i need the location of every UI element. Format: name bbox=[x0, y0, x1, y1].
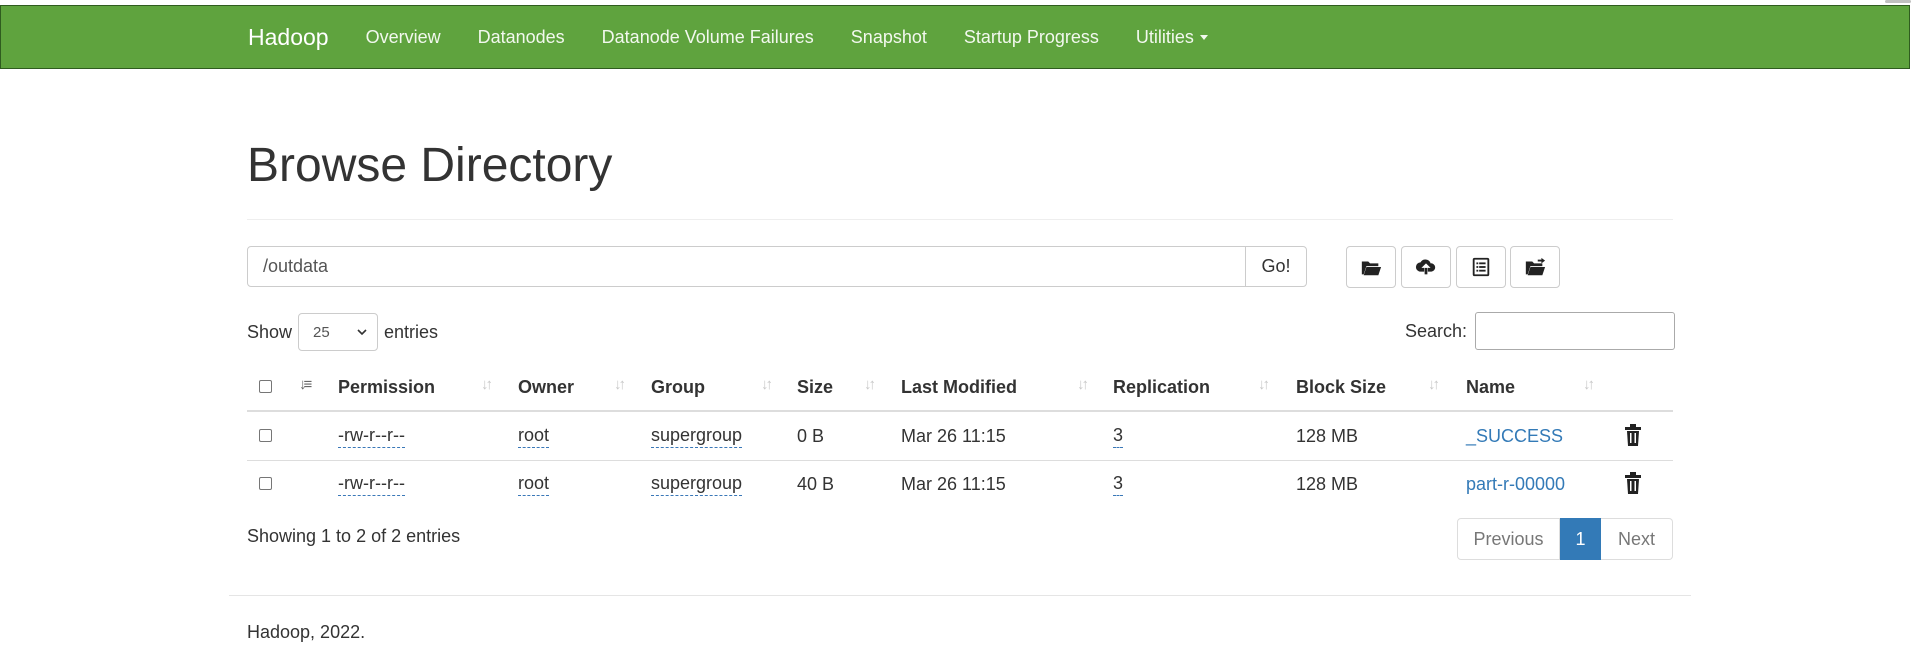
group-cell[interactable]: supergroup bbox=[651, 471, 743, 497]
sort-icon[interactable]: ↓↑ bbox=[614, 376, 626, 393]
column-header-permission[interactable]: Permission bbox=[338, 372, 435, 402]
group-value: supergroup bbox=[651, 425, 743, 448]
column-header-group[interactable]: Group bbox=[651, 372, 705, 402]
sort-icon[interactable]: ↓↑ bbox=[481, 376, 493, 393]
column-header-block-size[interactable]: Block Size bbox=[1296, 372, 1386, 402]
row-divider bbox=[247, 460, 1673, 461]
trash-icon[interactable] bbox=[1624, 424, 1642, 446]
folder-move-icon bbox=[1525, 257, 1546, 276]
entries-label: entries bbox=[384, 321, 439, 342]
sort-icon[interactable]: ↓↑ bbox=[1583, 376, 1595, 393]
nav-startup-progress[interactable]: Startup Progress bbox=[964, 27, 1099, 48]
nav-snapshot[interactable]: Snapshot bbox=[851, 27, 927, 48]
block-size-cell: 128 MB bbox=[1296, 425, 1359, 446]
list-icon bbox=[1472, 257, 1490, 277]
row-checkbox[interactable] bbox=[259, 429, 272, 442]
sort-icon[interactable]: ↓↑ bbox=[1428, 376, 1440, 393]
block-size-cell: 128 MB bbox=[1296, 473, 1359, 494]
table-info: Showing 1 to 2 of 2 entries bbox=[247, 526, 461, 546]
last-modified-cell: Mar 26 11:15 bbox=[901, 473, 1006, 494]
column-header-owner[interactable]: Owner bbox=[518, 372, 574, 402]
folder-open-icon bbox=[1361, 261, 1382, 276]
size-cell: 40 B bbox=[797, 473, 835, 494]
file-name-link[interactable]: _SUCCESS bbox=[1466, 423, 1563, 449]
page-title: Browse Directory bbox=[247, 139, 613, 192]
show-label: Show bbox=[247, 321, 293, 342]
create-directory-button[interactable] bbox=[1346, 246, 1396, 288]
permission-cell[interactable]: -rw-r--r-- bbox=[338, 471, 405, 497]
cloud-upload-icon bbox=[1415, 259, 1436, 275]
column-header-replication[interactable]: Replication bbox=[1113, 372, 1210, 402]
nav-datanode-volume-failures[interactable]: Datanode Volume Failures bbox=[602, 27, 814, 48]
trash-icon[interactable] bbox=[1624, 472, 1642, 494]
permission-value: -rw-r--r-- bbox=[338, 473, 405, 496]
directory-path-input[interactable] bbox=[247, 246, 1247, 287]
page-1-button[interactable]: 1 bbox=[1560, 518, 1601, 560]
brand-link[interactable]: Hadoop bbox=[248, 24, 329, 51]
owner-cell[interactable]: root bbox=[518, 423, 550, 449]
next-page-button[interactable]: Next bbox=[1601, 518, 1673, 560]
owner-cell[interactable]: root bbox=[518, 471, 550, 497]
owner-value: root bbox=[518, 425, 550, 448]
sort-icon[interactable]: ↓↑ bbox=[761, 376, 773, 393]
group-cell[interactable]: supergroup bbox=[651, 423, 743, 449]
scrollbar-thumb[interactable] bbox=[1885, 0, 1911, 3]
file-name-link[interactable]: part-r-00000 bbox=[1466, 471, 1565, 497]
upload-files-button[interactable] bbox=[1401, 246, 1451, 288]
size-cell: 0 B bbox=[797, 425, 825, 446]
move-button[interactable] bbox=[1510, 246, 1560, 288]
page-length-value: 25 bbox=[313, 323, 330, 341]
nav-utilities-dropdown[interactable]: Utilities bbox=[1136, 27, 1208, 48]
previous-page-button[interactable]: Previous bbox=[1457, 518, 1560, 560]
replication-value: 3 bbox=[1113, 473, 1124, 496]
caret-down-icon bbox=[1199, 35, 1208, 41]
pagination: Previous 1 Next bbox=[1457, 518, 1673, 560]
replication-value: 3 bbox=[1113, 425, 1124, 448]
nav-datanodes[interactable]: Datanodes bbox=[478, 27, 565, 48]
page-length-select[interactable]: 25 bbox=[298, 313, 379, 351]
title-divider bbox=[247, 219, 1673, 220]
table-header-divider bbox=[247, 410, 1673, 412]
group-value: supergroup bbox=[651, 473, 743, 496]
column-header-size[interactable]: Size bbox=[797, 372, 833, 402]
column-header-last-modified[interactable]: Last Modified bbox=[901, 372, 1017, 402]
sort-icon[interactable]: ↓↑ bbox=[1258, 376, 1270, 393]
table-search: Search: bbox=[1405, 312, 1676, 350]
go-button[interactable]: Go! bbox=[1245, 246, 1307, 287]
select-all-checkbox[interactable] bbox=[259, 380, 272, 393]
sort-ascending-icon[interactable]: ↓≡ bbox=[299, 376, 312, 393]
chevron-down-icon bbox=[357, 329, 367, 336]
nav-overview[interactable]: Overview bbox=[366, 27, 441, 48]
replication-cell[interactable]: 3 bbox=[1113, 423, 1124, 449]
top-navbar: Hadoop Overview Datanodes Datanode Volum… bbox=[0, 5, 1910, 69]
row-checkbox[interactable] bbox=[259, 477, 272, 490]
search-label: Search: bbox=[1405, 320, 1468, 341]
page-length-control: Show 25 entries bbox=[247, 313, 438, 351]
column-header-name[interactable]: Name bbox=[1466, 372, 1515, 402]
permission-value: -rw-r--r-- bbox=[338, 425, 405, 448]
search-input[interactable] bbox=[1475, 312, 1676, 350]
permission-cell[interactable]: -rw-r--r-- bbox=[338, 423, 405, 449]
footer-divider bbox=[229, 595, 1691, 596]
owner-value: root bbox=[518, 473, 550, 496]
footer-text: Hadoop, 2022. bbox=[247, 622, 366, 642]
replication-cell[interactable]: 3 bbox=[1113, 471, 1124, 497]
sort-icon[interactable]: ↓↑ bbox=[1077, 376, 1089, 393]
nav-utilities-label: Utilities bbox=[1135, 26, 1194, 47]
last-modified-cell: Mar 26 11:15 bbox=[901, 425, 1006, 446]
nav-items: Hadoop Overview Datanodes Datanode Volum… bbox=[248, 6, 1245, 68]
cut-paste-button[interactable] bbox=[1456, 246, 1506, 288]
sort-icon[interactable]: ↓↑ bbox=[864, 376, 876, 393]
